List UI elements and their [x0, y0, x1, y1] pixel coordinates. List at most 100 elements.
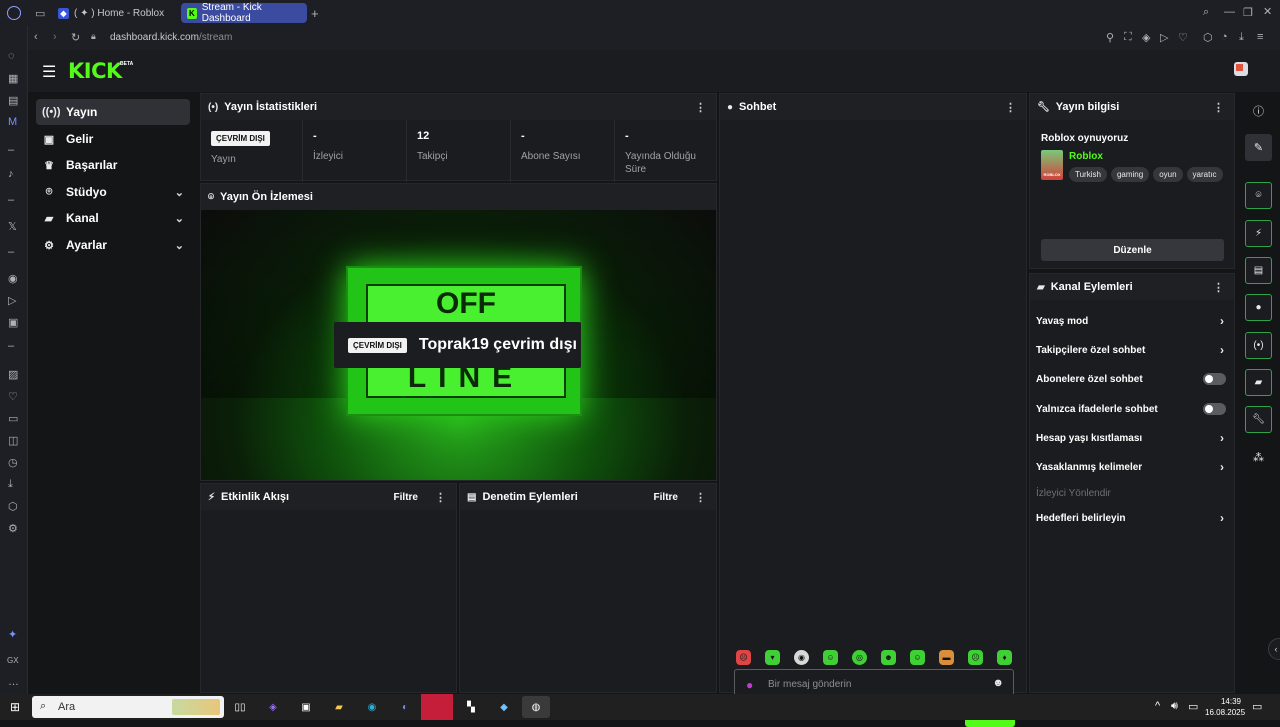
channel-icon[interactable]: ▰ — [1245, 369, 1272, 396]
bookmarks-icon[interactable]: ▭ — [8, 412, 18, 425]
vpn-app-icon[interactable]: ◆ — [490, 696, 518, 718]
tab-kick-dashboard[interactable]: K Stream - Kick Dashboard — [181, 2, 307, 24]
action-set-goals[interactable]: Hedefleri belirleyin › — [1036, 507, 1228, 529]
opera-logo-icon[interactable] — [7, 6, 21, 20]
action-account-age[interactable]: Hesap yaşı kısıtlaması › — [1036, 427, 1228, 449]
more-options-icon[interactable]: ⋮ — [1213, 101, 1224, 114]
tray-chevron-up-icon[interactable]: ^ — [1155, 700, 1160, 712]
vpn-icon[interactable]: ◈ — [1142, 31, 1150, 44]
nav-item-yayin[interactable]: ((•)) Yayın — [36, 99, 190, 125]
kick-logo[interactable]: KICK — [68, 59, 122, 83]
tag[interactable]: oyun — [1153, 167, 1183, 182]
bolt-icon[interactable]: ⚡︎ — [1245, 220, 1272, 247]
url-field[interactable]: dashboard.kick.com/stream — [110, 32, 232, 43]
nav-item-ayarlar[interactable]: ⚙ Ayarlar ⌄ — [36, 232, 190, 258]
favorite-icon[interactable]: ♡ — [1178, 31, 1188, 44]
action-slow-mode[interactable]: Yavaş mod › — [1036, 310, 1228, 332]
action-followers-only[interactable]: Takipçilere özel sohbet › — [1036, 339, 1228, 361]
clock[interactable]: 14:39 16.08.2025 — [1205, 696, 1245, 718]
search-tabs-icon[interactable]: ⌕ — [1203, 6, 1209, 19]
emoji-picker-icon[interactable]: ☻ — [992, 677, 1004, 689]
emote-cry-icon[interactable]: ☹ — [968, 650, 983, 665]
copilot-icon[interactable]: ◈ — [259, 696, 287, 718]
customize-icon[interactable]: ⁂ — [1245, 444, 1272, 471]
nav-item-basarilar[interactable]: ♛ Başarılar — [36, 152, 190, 178]
store-icon[interactable]: ▣ — [292, 696, 320, 718]
wrench-icon[interactable]: 🔧︎ — [1245, 406, 1272, 433]
nav-item-studyo[interactable]: ⌾ Stüdyo ⌄ — [36, 179, 190, 205]
more-options-icon[interactable]: ⋮ — [1005, 101, 1016, 114]
emote-fire-icon[interactable]: ♦ — [997, 650, 1012, 665]
category-link[interactable]: Roblox — [1069, 151, 1103, 162]
filter-button[interactable]: Filtre — [654, 492, 678, 503]
downloads-icon[interactable]: ⤓ — [8, 478, 13, 491]
chat-bubble-icon[interactable]: ● — [1245, 294, 1272, 321]
profile-icon[interactable]: ◔ — [1221, 31, 1228, 43]
document-icon[interactable]: ▤ — [1245, 257, 1272, 284]
more-options-icon[interactable]: ⋮ — [695, 491, 706, 504]
taskbar-search[interactable]: ⌕ Ara — [32, 696, 224, 718]
more-options-icon[interactable]: ⋮ — [435, 491, 446, 504]
x-icon[interactable]: 𝕏 — [8, 220, 17, 233]
emote-burger-icon[interactable]: ▬ — [939, 650, 954, 665]
edit-icon[interactable]: ✎ — [1245, 134, 1272, 161]
edit-stream-button[interactable]: Düzenle — [1041, 239, 1224, 261]
reload-icon[interactable]: ↻ — [71, 31, 80, 44]
subscribers-only-toggle[interactable] — [1203, 373, 1226, 385]
heart-icon[interactable]: ♡ — [8, 390, 18, 403]
workspace-icon[interactable]: ▦ — [8, 72, 18, 85]
player-icon[interactable]: ▷ — [1160, 31, 1168, 44]
opera-gx-taskbar-icon[interactable] — [421, 694, 453, 720]
edge-icon[interactable]: ◉ — [358, 696, 386, 718]
more-options-icon[interactable]: ⋮ — [1213, 281, 1224, 294]
category-thumbnail[interactable]: ROBLOX — [1041, 150, 1063, 180]
emote-headphones-icon[interactable]: ◎ — [852, 650, 867, 665]
broadcast-icon[interactable]: (•) — [1245, 332, 1272, 359]
hamburger-menu-icon[interactable]: ☰ — [42, 62, 56, 82]
extensions-icon[interactable]: ⬡ — [8, 500, 18, 513]
obs-icon[interactable]: ◍ — [522, 696, 550, 718]
snapshot-icon[interactable]: ⛶ — [1124, 31, 1132, 44]
reader-icon[interactable]: ◫ — [8, 434, 18, 447]
filter-button[interactable]: Filtre — [394, 492, 418, 503]
microphone-icon[interactable]: ● — [746, 678, 753, 692]
network-icon[interactable]: ▭ — [1188, 700, 1198, 713]
back-icon[interactable]: ‹ — [34, 31, 38, 43]
close-window-icon[interactable]: ✕ — [1263, 5, 1272, 18]
tag[interactable]: gaming — [1110, 167, 1150, 182]
task-view-icon[interactable]: ▯▯ — [226, 696, 254, 718]
wallet-icon[interactable]: ▤ — [8, 94, 18, 107]
restore-icon[interactable]: ❐ — [1243, 6, 1253, 19]
history-icon[interactable]: ◷ — [8, 456, 18, 469]
tab-overview-icon[interactable]: ▭ — [35, 7, 45, 20]
settings-icon[interactable]: ⚙ — [8, 522, 18, 535]
emote-smile-icon[interactable]: ☺ — [823, 650, 838, 665]
new-tab-button[interactable]: + — [311, 6, 319, 21]
aria-icon[interactable]: ◌ — [8, 50, 15, 62]
tag[interactable]: yaratıc — [1186, 167, 1223, 182]
more-options-icon[interactable]: ⋮ — [695, 101, 706, 114]
menu-icon[interactable]: ≡ — [1257, 31, 1263, 43]
game-app-icon[interactable]: ▚ — [457, 696, 485, 718]
extensions-icon[interactable]: ⬡ — [1203, 31, 1213, 44]
pin-icon[interactable]: ⚲ — [1106, 31, 1114, 44]
studio-icon[interactable]: ⌾ — [1245, 182, 1272, 209]
emote-angry-icon[interactable]: ☹ — [736, 650, 751, 665]
tiktok-icon[interactable]: ♪ — [8, 168, 14, 180]
emote-laugh-icon[interactable]: ☺ — [910, 650, 925, 665]
volume-icon[interactable]: 🔊︎ — [1171, 700, 1178, 713]
emote-trophy-icon[interactable]: ▾ — [765, 650, 780, 665]
emote-grin-icon[interactable]: ☻ — [881, 650, 896, 665]
music-icon[interactable]: ◉ — [8, 272, 18, 285]
player-icon[interactable]: ▷ — [8, 294, 16, 307]
action-banned-words[interactable]: Yasaklanmış kelimeler › — [1036, 456, 1228, 478]
nav-item-kanal[interactable]: ▰ Kanal ⌄ — [36, 205, 190, 231]
gx-corner-icon[interactable]: GX — [7, 656, 19, 665]
discord-icon[interactable]: ◐ — [391, 696, 419, 718]
notifications-icon[interactable]: ▭ — [1252, 700, 1262, 713]
apps-icon[interactable]: ▨ — [8, 368, 18, 381]
avatar[interactable] — [1234, 62, 1248, 76]
forward-icon[interactable]: › — [53, 31, 57, 43]
minimize-icon[interactable]: — — [1224, 6, 1235, 18]
emote-face-icon[interactable]: ◉ — [794, 650, 809, 665]
